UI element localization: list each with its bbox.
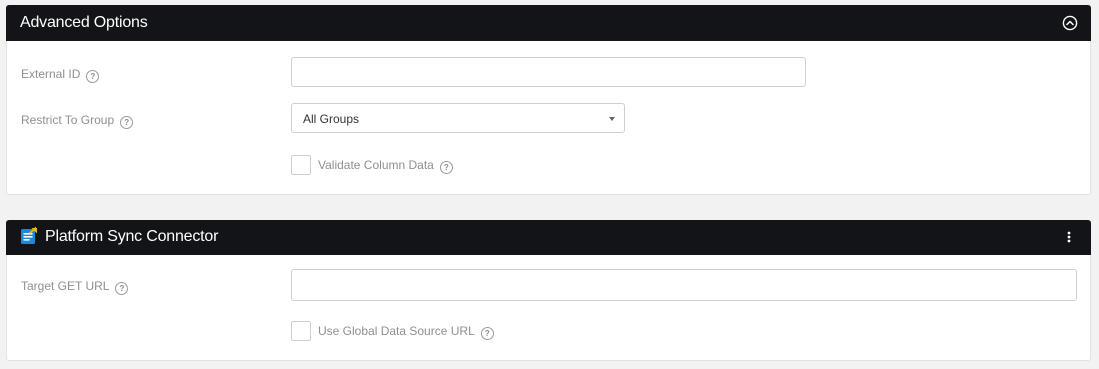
validate-column-label: Validate Column Data — [318, 158, 434, 172]
help-icon[interactable]: ? — [86, 70, 100, 83]
validate-column-checkbox[interactable] — [291, 155, 311, 175]
platform-sync-header: Platform Sync Connector — [6, 220, 1091, 255]
advanced-options-panel: Advanced Options External ID? Restrict T… — [6, 5, 1091, 195]
external-id-input[interactable] — [291, 57, 806, 87]
platform-sync-title: Platform Sync Connector — [45, 228, 219, 245]
chevron-up-circle-icon[interactable] — [1062, 15, 1078, 31]
dropdown-caret-icon — [609, 117, 615, 121]
platform-sync-panel: Platform Sync Connector Target GET URL? … — [6, 220, 1091, 361]
restrict-group-selected: All Groups — [303, 112, 360, 126]
external-id-label: External ID? — [21, 67, 100, 83]
kebab-menu-icon[interactable] — [1066, 230, 1072, 244]
connector-document-icon — [20, 226, 38, 245]
help-icon[interactable]: ? — [439, 161, 453, 174]
target-url-label: Target GET URL? — [21, 279, 129, 295]
help-icon[interactable]: ? — [480, 327, 494, 340]
help-icon[interactable]: ? — [115, 282, 129, 295]
global-source-label: Use Global Data Source URL — [318, 324, 475, 338]
global-source-checkbox[interactable] — [291, 321, 311, 341]
help-icon[interactable]: ? — [120, 116, 134, 129]
target-url-input[interactable] — [291, 269, 1077, 301]
advanced-options-header[interactable]: Advanced Options — [6, 5, 1091, 41]
restrict-group-label: Restrict To Group? — [21, 113, 134, 129]
advanced-options-title: Advanced Options — [20, 14, 148, 31]
restrict-group-select[interactable]: All Groups — [291, 103, 625, 133]
